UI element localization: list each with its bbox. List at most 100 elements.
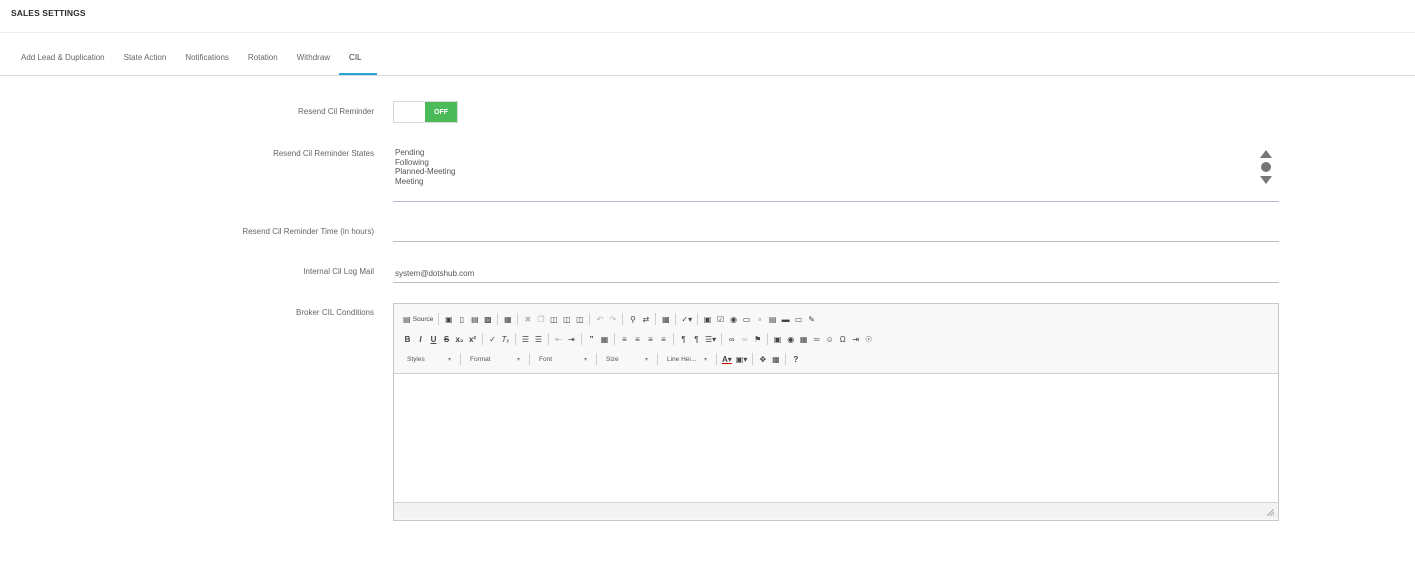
horizontal-line-icon[interactable]: ═ bbox=[812, 333, 821, 345]
tab-notifications[interactable]: Notifications bbox=[175, 48, 238, 75]
line-height-combo[interactable]: Line Hei... ▾ bbox=[663, 353, 711, 365]
tab-cil[interactable]: CIL bbox=[339, 48, 377, 75]
scroll-down-icon[interactable] bbox=[1260, 176, 1272, 184]
tab-state-action[interactable]: State Action bbox=[114, 48, 176, 75]
print-icon[interactable]: ▩ bbox=[483, 313, 492, 325]
editor-content-area[interactable] bbox=[394, 374, 1278, 503]
form-icon[interactable]: ▣ bbox=[703, 313, 712, 325]
checkbox-icon[interactable]: ☑ bbox=[716, 313, 725, 325]
state-option[interactable]: Pending bbox=[393, 148, 1279, 158]
save-icon[interactable]: ▣ bbox=[444, 313, 453, 325]
paste-word-icon[interactable]: ◫ bbox=[575, 313, 584, 325]
tabs-divider bbox=[0, 75, 1415, 76]
link-icon[interactable]: ∞ bbox=[727, 333, 736, 345]
align-justify-icon[interactable]: ≡ bbox=[659, 333, 668, 345]
subscript-icon[interactable]: x₂ bbox=[455, 333, 464, 345]
state-option[interactable]: Planned-Meeting bbox=[393, 167, 1279, 177]
outdent-icon[interactable]: ⇤ bbox=[554, 333, 563, 345]
underline-icon[interactable]: U bbox=[429, 333, 438, 345]
ltr-icon[interactable]: ¶ bbox=[679, 333, 688, 345]
tab-rotation[interactable]: Rotation bbox=[238, 48, 287, 75]
states-multiselect[interactable]: Pending Following Planned-Meeting Meetin… bbox=[393, 146, 1279, 202]
redo-icon[interactable]: ↷ bbox=[608, 313, 617, 325]
styles-combo-caret-icon: ▾ bbox=[447, 356, 451, 363]
toolbar-separator bbox=[622, 313, 624, 325]
paste-icon[interactable]: ◫ bbox=[549, 313, 558, 325]
text-color-icon[interactable]: A▾ bbox=[722, 353, 732, 365]
image-icon[interactable]: ▣ bbox=[773, 333, 782, 345]
textarea-icon[interactable]: ▫ bbox=[755, 313, 764, 325]
source-button[interactable]: ▤ Source bbox=[403, 313, 433, 325]
unlink-icon[interactable]: ∞ bbox=[740, 333, 749, 345]
font-combo-label: Font bbox=[539, 355, 553, 363]
size-combo-caret-icon: ▾ bbox=[644, 356, 648, 363]
align-right-icon[interactable]: ≡ bbox=[646, 333, 655, 345]
select-icon[interactable]: ▤ bbox=[768, 313, 777, 325]
state-option[interactable]: Meeting bbox=[393, 177, 1279, 187]
rtl-icon[interactable]: ¶ bbox=[692, 333, 701, 345]
state-option[interactable]: Following bbox=[393, 158, 1279, 168]
strike-icon[interactable]: S bbox=[442, 333, 451, 345]
paste-text-icon[interactable]: ◫ bbox=[562, 313, 571, 325]
align-center-icon[interactable]: ≡ bbox=[633, 333, 642, 345]
tab-withdraw[interactable]: Withdraw bbox=[287, 48, 339, 75]
table-icon[interactable]: ▦ bbox=[799, 333, 808, 345]
select-all-icon[interactable]: ▦ bbox=[661, 313, 670, 325]
mail-input[interactable] bbox=[393, 265, 1279, 283]
button-icon[interactable]: ▬ bbox=[781, 313, 790, 325]
font-combo[interactable]: Font ▾ bbox=[535, 353, 591, 365]
align-left-icon[interactable]: ≡ bbox=[620, 333, 629, 345]
language-icon[interactable]: ☰▾ bbox=[705, 333, 716, 345]
bulleted-list-icon[interactable]: ☰ bbox=[534, 333, 543, 345]
radio-icon[interactable]: ◉ bbox=[729, 313, 738, 325]
format-combo-caret-icon: ▾ bbox=[516, 356, 520, 363]
scroll-up-icon[interactable] bbox=[1260, 150, 1272, 158]
page-break-icon[interactable]: ⇥ bbox=[851, 333, 860, 345]
format-combo[interactable]: Format ▾ bbox=[466, 353, 524, 365]
remove-format-icon[interactable]: Tₓ bbox=[501, 333, 510, 345]
bold-icon[interactable]: B bbox=[403, 333, 412, 345]
show-blocks-icon[interactable]: ▦ bbox=[771, 353, 780, 365]
smiley-icon[interactable]: ☺ bbox=[825, 333, 834, 345]
indent-icon[interactable]: ⇥ bbox=[567, 333, 576, 345]
undo-icon[interactable]: ↶ bbox=[595, 313, 604, 325]
resize-handle-icon[interactable] bbox=[1267, 509, 1274, 516]
styles-combo-label: Styles bbox=[407, 355, 425, 363]
special-char-icon[interactable]: Ω bbox=[838, 333, 847, 345]
cut-icon[interactable]: ✖ bbox=[523, 313, 532, 325]
tab-add-lead-duplication[interactable]: Add Lead & Duplication bbox=[11, 48, 114, 75]
anchor-icon[interactable]: ⚑ bbox=[753, 333, 762, 345]
size-combo[interactable]: Size ▾ bbox=[602, 353, 652, 365]
time-label: Resend Cil Reminder Time (in hours) bbox=[242, 227, 374, 236]
copy-format-icon[interactable]: ✓ bbox=[488, 333, 497, 345]
reminder-label: Resend Cil Reminder bbox=[297, 107, 374, 116]
bg-color-icon[interactable]: ▣▾ bbox=[736, 353, 748, 365]
numbered-list-icon[interactable]: ☰ bbox=[521, 333, 530, 345]
line-height-combo-caret-icon: ▾ bbox=[703, 356, 707, 363]
scroll-thumb-icon[interactable] bbox=[1261, 162, 1271, 172]
image-button-icon[interactable]: ▭ bbox=[794, 313, 803, 325]
help-icon[interactable]: ? bbox=[791, 353, 800, 365]
div-icon[interactable]: ▦ bbox=[600, 333, 609, 345]
iframe-icon[interactable]: ☉ bbox=[864, 333, 873, 345]
new-page-icon[interactable]: ▯ bbox=[457, 313, 466, 325]
templates-icon[interactable]: ▦ bbox=[503, 313, 512, 325]
time-input[interactable] bbox=[393, 224, 1279, 242]
hidden-field-icon[interactable]: ✎ bbox=[807, 313, 816, 325]
toolbar-separator bbox=[548, 333, 549, 345]
flash-icon[interactable]: ◉ bbox=[786, 333, 795, 345]
textfield-icon[interactable]: ▭ bbox=[742, 313, 751, 325]
copy-icon[interactable]: ❐ bbox=[536, 313, 545, 325]
spellcheck-icon[interactable]: ✓▾ bbox=[681, 313, 692, 325]
source-label: Source bbox=[412, 315, 434, 323]
toolbar-separator bbox=[675, 313, 677, 325]
reminder-toggle[interactable]: OFF bbox=[393, 101, 458, 123]
maximize-icon[interactable]: ✥ bbox=[758, 353, 767, 365]
styles-combo[interactable]: Styles ▾ bbox=[403, 353, 455, 365]
blockquote-icon[interactable]: ” bbox=[587, 333, 596, 345]
find-icon[interactable]: ⚲ bbox=[628, 313, 637, 325]
replace-icon[interactable]: ⇄ bbox=[641, 313, 650, 325]
italic-icon[interactable]: I bbox=[416, 333, 425, 345]
preview-icon[interactable]: ▤ bbox=[470, 313, 479, 325]
superscript-icon[interactable]: x² bbox=[468, 333, 477, 345]
